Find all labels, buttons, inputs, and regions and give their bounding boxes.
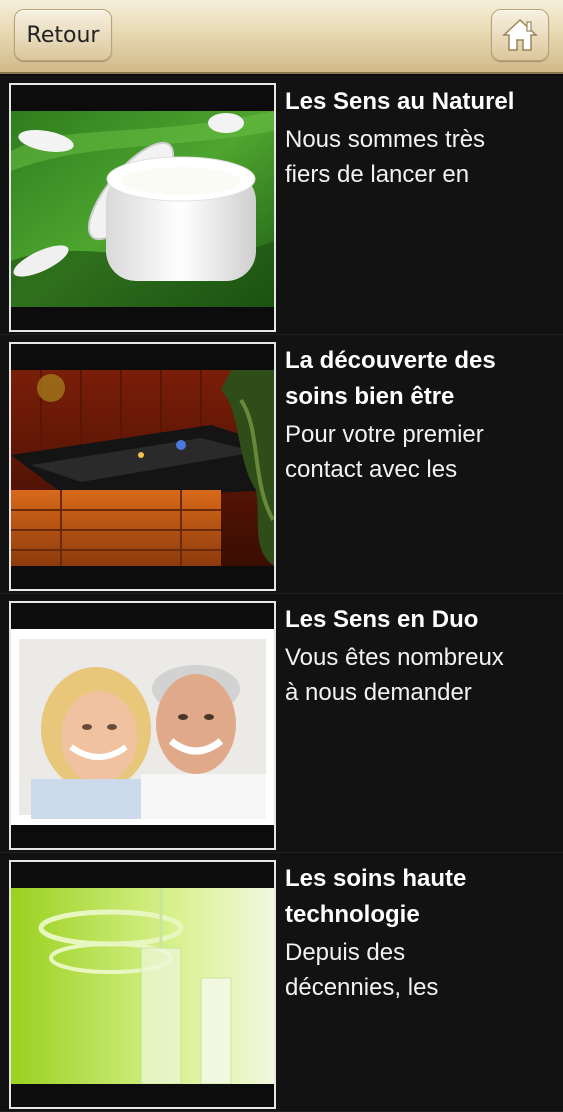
list-item[interactable]: Les soins haute technologie Depuis des d… — [0, 853, 563, 1112]
thumbnail — [9, 83, 276, 332]
item-text: Les Sens en Duo Vous êtes nombreux à nou… — [285, 602, 560, 710]
title-line: La découverte des — [285, 347, 496, 374]
desc-line: décennies, les — [285, 974, 439, 1001]
desc-line: à nous demander — [285, 679, 472, 706]
hot-tub-image — [11, 370, 274, 566]
title-line: soins bien être — [285, 383, 455, 410]
item-description: Pour votre premier contact avec les — [285, 417, 560, 487]
desc-line: Nous sommes très — [285, 126, 486, 153]
home-icon — [502, 18, 538, 51]
thumbnail — [9, 860, 276, 1109]
item-title: Les Sens en Duo — [285, 606, 479, 633]
article-list: Les Sens au Naturel Nous sommes très fie… — [0, 76, 563, 1112]
home-button[interactable] — [491, 9, 549, 61]
title-line: technologie — [285, 901, 420, 928]
list-item[interactable]: La découverte des soins bien être Pour v… — [0, 335, 563, 594]
thumbnail — [9, 342, 276, 591]
item-text: Les soins haute technologie Depuis des d… — [285, 861, 560, 1005]
desc-line: Depuis des — [285, 939, 406, 966]
item-text: Les Sens au Naturel Nous sommes très fie… — [285, 84, 560, 192]
item-title: Les soins haute technologie — [285, 861, 560, 933]
desc-line: fiers de lancer en — [285, 161, 470, 188]
lab-glassware-image — [11, 888, 274, 1084]
item-title: La découverte des soins bien être — [285, 343, 560, 415]
item-description: Vous êtes nombreux à nous demander — [285, 640, 560, 710]
couple-image — [11, 629, 274, 825]
desc-line: contact avec les — [285, 456, 458, 483]
thumbnail — [9, 601, 276, 850]
back-button-label: Retour — [26, 22, 100, 48]
top-nav-bar: Retour — [0, 0, 563, 74]
desc-line: Vous êtes nombreux — [285, 644, 504, 671]
list-item[interactable]: Les Sens en Duo Vous êtes nombreux à nou… — [0, 594, 563, 853]
item-text: La découverte des soins bien être Pour v… — [285, 343, 560, 487]
back-button[interactable]: Retour — [14, 9, 112, 61]
item-description: Depuis des décennies, les — [285, 935, 560, 1005]
item-title: Les Sens au Naturel — [285, 88, 515, 115]
desc-line: Pour votre premier — [285, 421, 484, 448]
list-item[interactable]: Les Sens au Naturel Nous sommes très fie… — [0, 76, 563, 335]
cream-jar-image — [11, 111, 274, 307]
title-line: Les soins haute — [285, 865, 467, 892]
item-description: Nous sommes très fiers de lancer en — [285, 122, 560, 192]
